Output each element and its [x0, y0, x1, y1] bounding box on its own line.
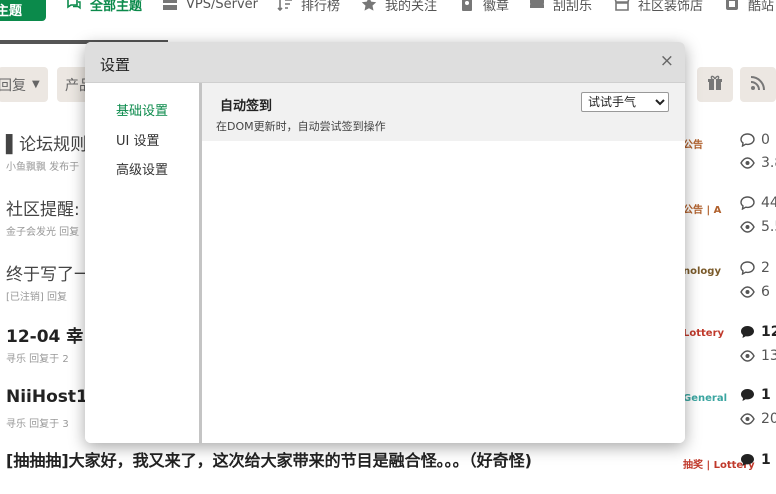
topic-title[interactable]: 社区提醒: — [6, 195, 80, 220]
modal-title: 设置 — [100, 56, 131, 74]
topic-tag[interactable]: 公告 — [683, 136, 703, 151]
sidebar-item-basic[interactable]: 基础设置 — [116, 100, 168, 119]
comment-icon — [740, 196, 755, 210]
nav-scratch[interactable]: 刮刮乐 — [529, 0, 592, 14]
view-count: 6 — [740, 284, 770, 300]
view-count: 20 — [740, 411, 776, 427]
nav-label: 酷站 — [748, 0, 775, 14]
topic-meta: 寻乐 回复于 3 — [6, 419, 69, 430]
setting-description: 在DOM更新时，自动尝试签到操作 — [216, 120, 386, 133]
nav-vps-server[interactable]: VPS/Server — [162, 0, 258, 14]
settings-sidebar: 基础设置 UI 设置 高级设置 — [85, 83, 202, 443]
server-icon — [162, 0, 178, 11]
comment-icon — [740, 133, 755, 147]
ticket-icon — [529, 0, 545, 11]
nav-label: 徽章 — [483, 0, 510, 14]
reply-count: 1 — [740, 387, 771, 403]
cool-site-icon — [724, 0, 740, 11]
checkin-mode-select[interactable]: 试试手气 — [581, 92, 669, 112]
view-count: 5.5 — [740, 219, 776, 235]
sidebar-item-ui[interactable]: UI 设置 — [116, 130, 159, 149]
eye-icon — [740, 157, 755, 169]
topic-tag[interactable]: Lottery — [683, 328, 724, 339]
modal-header: 设置 × — [85, 42, 685, 83]
topic-tag[interactable]: nology — [683, 266, 721, 277]
nav-label: 排行榜 — [301, 0, 341, 14]
comment-icon — [740, 261, 755, 275]
topic-meta: 金子会发光 回复 — [6, 227, 80, 238]
gift-button[interactable] — [697, 67, 733, 102]
nav-label: 刮刮乐 — [553, 0, 593, 14]
reply-count: 44 — [740, 195, 776, 211]
topic-title[interactable]: ▌论坛规则 — [6, 130, 87, 155]
topic-title[interactable]: 12-04 幸 — [6, 322, 83, 347]
comment-icon — [741, 326, 754, 338]
reply-count: 12 — [740, 324, 776, 340]
close-icon[interactable]: × — [660, 51, 674, 71]
eye-icon — [740, 413, 755, 425]
rss-icon — [750, 75, 766, 95]
new-topic-button[interactable]: 主题 — [0, 0, 46, 21]
topic-title[interactable]: 终于写了一 — [6, 260, 91, 285]
view-count: 13 — [740, 348, 776, 364]
nav-label: 社区装饰店 — [638, 0, 704, 14]
nav-following[interactable]: 我的关注 — [361, 0, 437, 14]
sidebar-item-advanced[interactable]: 高级设置 — [116, 159, 168, 178]
nav-cool-sites[interactable]: 酷站 — [724, 0, 774, 14]
nav-label: 我的关注 — [385, 0, 438, 14]
eye-icon — [740, 286, 755, 298]
topic-row[interactable]: [抽抽抽]大家好，我又来了，这次给大家带来的节目是融合怪。。。（好奇怪) 抽奖 … — [0, 450, 776, 494]
nav-all-topics[interactable]: 全部主题 — [66, 0, 142, 14]
reply-filter-label: 回复 — [0, 77, 26, 94]
setting-auto-checkin: 自动签到 在DOM更新时，自动尝试签到操作 试试手气 — [202, 83, 685, 141]
ranking-icon — [277, 0, 293, 11]
topic-title[interactable]: [抽抽抽]大家好，我又来了，这次给大家带来的节目是融合怪。。。（好奇怪) — [6, 450, 566, 472]
chevron-down-icon: ▼ — [32, 79, 40, 90]
gift-icon — [707, 75, 723, 95]
comments-icon — [66, 0, 82, 11]
topic-meta: [已注销] 回复 — [6, 292, 67, 303]
comment-icon — [741, 389, 754, 401]
topic-meta: 寻乐 回复于 2 — [6, 354, 69, 365]
rss-button[interactable] — [740, 67, 776, 102]
settings-modal: 设置 × 基础设置 UI 设置 高级设置 自动签到 在DOM更新时，自动尝试签到… — [85, 42, 685, 443]
reply-count: 0 — [740, 132, 770, 148]
top-nav: 主题 全部主题 VPS/Server 排行榜 我的关注 徽章 刮刮乐 社区装饰店… — [0, 0, 776, 22]
eye-icon — [740, 221, 755, 233]
setting-title: 自动签到 — [220, 99, 273, 114]
settings-content: 自动签到 在DOM更新时，自动尝试签到操作 试试手气 — [202, 83, 685, 443]
nav-ranking[interactable]: 排行榜 — [277, 0, 340, 14]
nav-store[interactable]: 社区装饰店 — [614, 0, 703, 14]
eye-icon — [740, 350, 755, 362]
comment-icon — [741, 454, 754, 466]
nav-badges[interactable]: 徽章 — [459, 0, 509, 14]
topic-tag[interactable]: General — [683, 393, 727, 404]
topic-tag[interactable]: 公告 | A — [683, 201, 721, 216]
nav-label: VPS/Server — [186, 0, 258, 12]
topic-meta: 小鱼飘飘 发布于 — [6, 162, 80, 173]
reply-count: 1 — [740, 452, 771, 468]
store-icon — [614, 0, 630, 11]
reply-filter-button[interactable]: 回复 ▼ — [0, 67, 48, 102]
view-count: 3.8 — [740, 155, 776, 171]
star-icon — [361, 0, 377, 11]
badge-icon — [459, 0, 475, 11]
nav-label: 全部主题 — [90, 0, 143, 14]
reply-count: 2 — [740, 260, 770, 276]
